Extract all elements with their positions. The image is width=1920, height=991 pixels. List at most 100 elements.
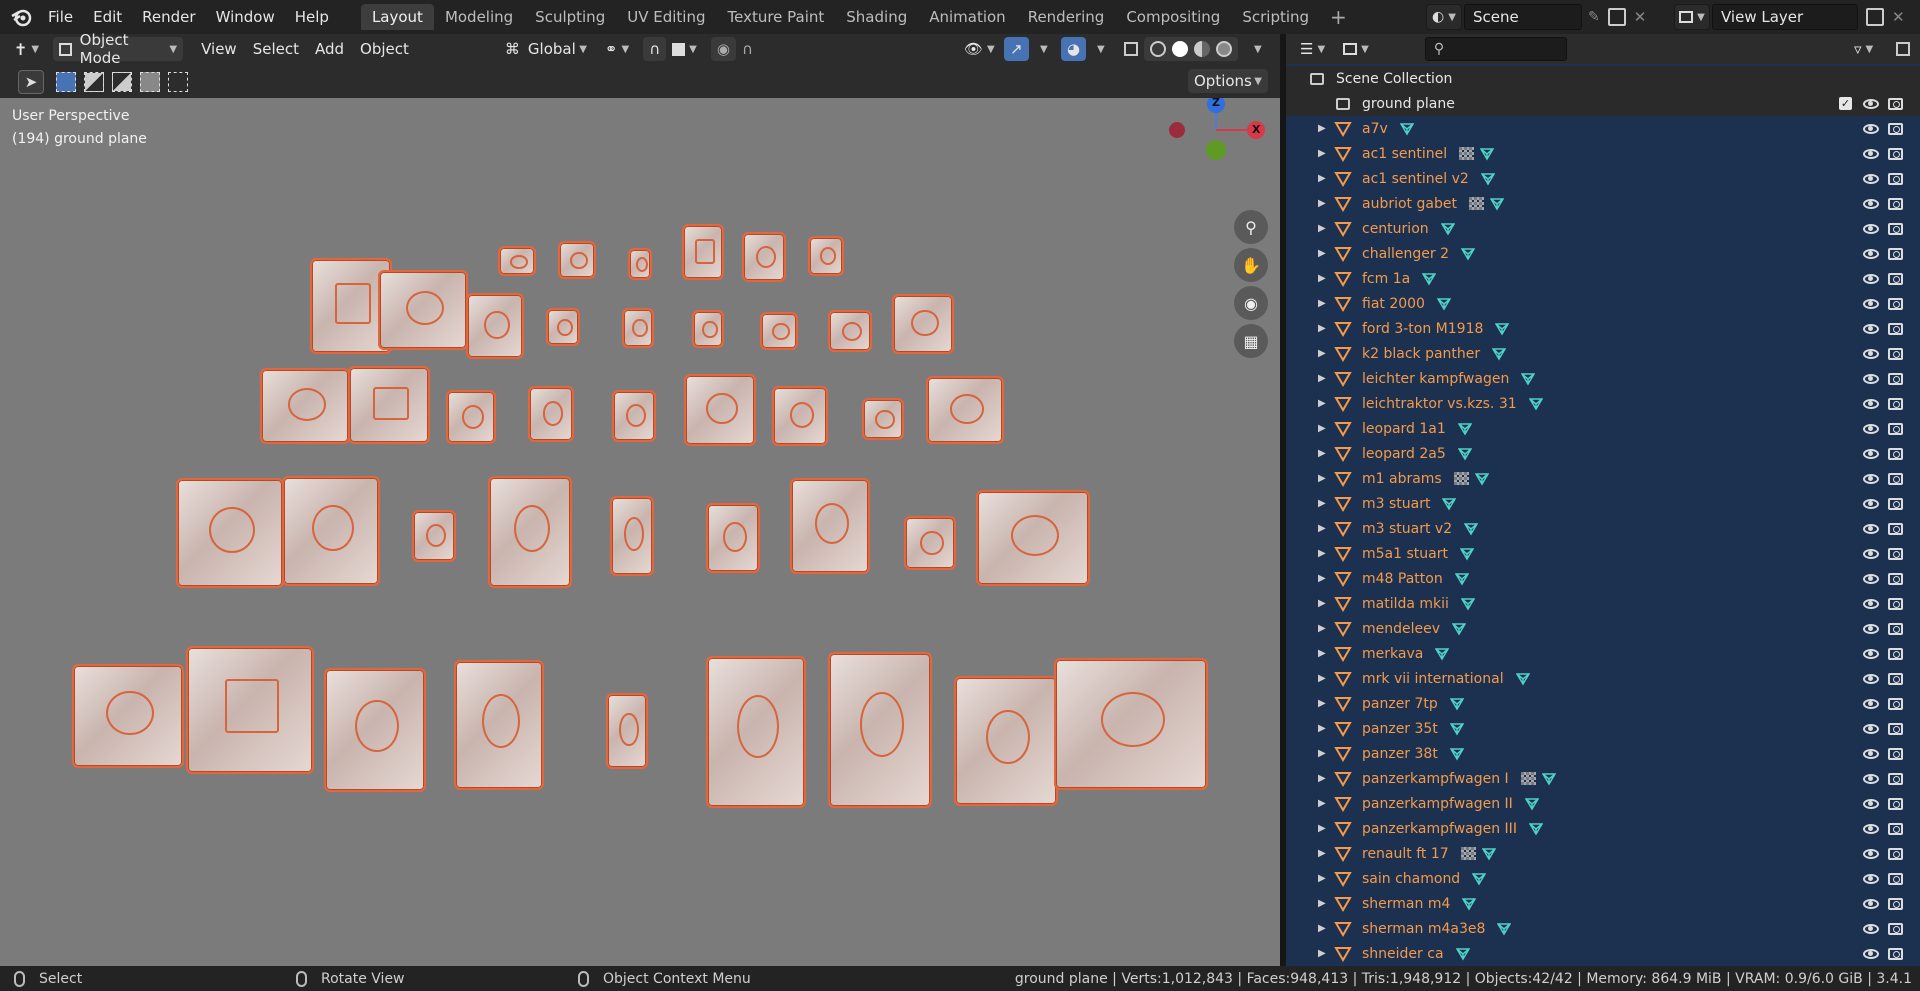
expand-arrow-icon[interactable]: ▶ <box>1318 423 1326 434</box>
falloff-dropdown[interactable]: ∩ <box>736 37 759 61</box>
rendered-shading-icon[interactable] <box>1216 41 1232 57</box>
transform-orientation-dropdown[interactable]: ⌘ Global ▼ <box>499 37 593 61</box>
camera-icon[interactable] <box>1888 197 1903 210</box>
object-name[interactable]: panzerkampfwagen III <box>1362 821 1517 837</box>
eye-icon[interactable] <box>1863 798 1879 809</box>
ground-plane-row[interactable]: ground plane ✓ <box>1286 91 1920 116</box>
modifier-icon[interactable] <box>1521 772 1536 785</box>
mesh-data-icon[interactable] <box>1495 322 1509 336</box>
outliner-object-row[interactable]: ▶ panzerkampfwagen II <box>1286 791 1920 816</box>
outliner-object-row[interactable]: ▶ ac1 sentinel v2 <box>1286 166 1920 191</box>
object-name[interactable]: fcm 1a <box>1362 271 1410 287</box>
mesh-data-icon[interactable] <box>1529 822 1543 836</box>
blender-logo-icon[interactable] <box>10 6 32 28</box>
tank-model[interactable] <box>348 366 430 444</box>
outliner-object-row[interactable]: ▶ sherman m4a3e8 <box>1286 916 1920 941</box>
expand-arrow-icon[interactable]: ▶ <box>1318 798 1326 809</box>
expand-arrow-icon[interactable]: ▶ <box>1318 623 1326 634</box>
expand-arrow-icon[interactable]: ▶ <box>1318 598 1326 609</box>
menu-edit[interactable]: Edit <box>83 4 132 30</box>
new-collection-button[interactable] <box>1890 37 1916 61</box>
tab-shading[interactable]: Shading <box>835 4 918 30</box>
camera-icon[interactable] <box>1888 297 1903 310</box>
camera-icon[interactable] <box>1888 647 1903 660</box>
outliner-object-row[interactable]: ▶ ford 3-ton M1918 <box>1286 316 1920 341</box>
mesh-data-icon[interactable] <box>1497 922 1511 936</box>
object-name[interactable]: leichter kampfwagen <box>1362 371 1509 387</box>
outliner-object-row[interactable]: ▶ panzerkampfwagen III <box>1286 816 1920 841</box>
tank-model[interactable] <box>706 503 760 573</box>
tank-model[interactable] <box>488 476 572 588</box>
mesh-data-icon[interactable] <box>1516 672 1530 686</box>
object-name[interactable]: m3 stuart v2 <box>1362 521 1452 537</box>
camera-icon[interactable] <box>1888 397 1903 410</box>
eye-icon[interactable] <box>1863 923 1879 934</box>
outliner-object-row[interactable]: ▶ challenger 2 <box>1286 241 1920 266</box>
tank-model[interactable] <box>682 224 724 280</box>
tank-model[interactable] <box>606 693 648 769</box>
expand-arrow-icon[interactable]: ▶ <box>1318 898 1326 909</box>
tab-sculpting[interactable]: Sculpting <box>524 4 616 30</box>
camera-icon[interactable] <box>1888 472 1903 485</box>
mesh-data-icon[interactable] <box>1458 422 1472 436</box>
camera-icon[interactable] <box>1888 547 1903 560</box>
camera-icon[interactable] <box>1888 697 1903 710</box>
tank-model[interactable] <box>454 660 544 790</box>
expand-arrow-icon[interactable]: ▶ <box>1318 298 1326 309</box>
tank-model[interactable] <box>546 308 580 346</box>
outliner-object-row[interactable]: ▶ panzerkampfwagen I <box>1286 766 1920 791</box>
eye-icon[interactable] <box>1863 673 1879 684</box>
expand-arrow-icon[interactable]: ▶ <box>1318 523 1326 534</box>
tab-texture-paint[interactable]: Texture Paint <box>716 4 835 30</box>
expand-arrow-icon[interactable]: ▶ <box>1318 123 1326 134</box>
outliner-object-row[interactable]: ▶ panzer 7tp <box>1286 691 1920 716</box>
object-name[interactable]: sherman m4a3e8 <box>1362 921 1485 937</box>
select-subtract-icon[interactable] <box>112 72 132 92</box>
outliner-object-row[interactable]: ▶ panzer 38t <box>1286 741 1920 766</box>
mesh-data-icon[interactable] <box>1490 197 1504 211</box>
tank-model[interactable] <box>186 646 314 774</box>
object-name[interactable]: shneider ca <box>1362 946 1444 962</box>
expand-arrow-icon[interactable]: ▶ <box>1318 698 1326 709</box>
tab-animation[interactable]: Animation <box>918 4 1016 30</box>
object-name[interactable]: centurion <box>1362 221 1429 237</box>
modifier-icon[interactable] <box>1459 147 1474 160</box>
tank-model[interactable] <box>976 490 1090 586</box>
mesh-data-icon[interactable] <box>1461 247 1475 261</box>
outliner-object-row[interactable]: ▶ sain chamond <box>1286 866 1920 891</box>
overlays-toggle[interactable]: ◕ <box>1061 37 1087 61</box>
tank-model[interactable] <box>528 386 574 442</box>
camera-icon[interactable] <box>1888 97 1903 110</box>
close-icon[interactable]: ✕ <box>1892 8 1905 26</box>
object-name[interactable]: m1 abrams <box>1362 471 1442 487</box>
expand-arrow-icon[interactable]: ▶ <box>1318 398 1326 409</box>
filter-dropdown[interactable]: ▿ ▼ <box>1848 37 1879 61</box>
scene-name-field[interactable]: Scene <box>1464 4 1582 30</box>
modifier-icon[interactable] <box>1469 197 1484 210</box>
outliner-search-input[interactable]: ⚲ <box>1424 37 1567 61</box>
select-extend-icon[interactable] <box>84 72 104 92</box>
menu-help[interactable]: Help <box>285 4 339 30</box>
expand-arrow-icon[interactable]: ▶ <box>1318 823 1326 834</box>
object-name[interactable]: panzer 7tp <box>1362 696 1438 712</box>
tank-model[interactable] <box>558 241 596 279</box>
menu-select[interactable]: Select <box>247 37 305 61</box>
new-view-layer-icon[interactable] <box>1866 8 1884 26</box>
expand-arrow-icon[interactable]: ▶ <box>1318 673 1326 684</box>
outliner-object-row[interactable]: ▶ panzer 35t <box>1286 716 1920 741</box>
tank-model[interactable] <box>446 390 496 444</box>
chevron-down-icon[interactable]: ▼ <box>1254 44 1262 55</box>
camera-icon[interactable] <box>1888 497 1903 510</box>
camera-view-button[interactable]: ◉ <box>1234 286 1268 320</box>
tank-model[interactable] <box>260 368 350 444</box>
object-name[interactable]: ford 3-ton M1918 <box>1362 321 1483 337</box>
outliner-object-row[interactable]: ▶ sherman m4 <box>1286 891 1920 916</box>
mesh-data-icon[interactable] <box>1482 847 1496 861</box>
tab-uv-editing[interactable]: UV Editing <box>616 4 716 30</box>
snap-toggle[interactable]: ∩ <box>643 37 667 61</box>
mesh-data-icon[interactable] <box>1400 122 1414 136</box>
tank-model[interactable] <box>466 293 524 359</box>
eye-icon[interactable] <box>1863 373 1879 384</box>
expand-arrow-icon[interactable]: ▶ <box>1318 548 1326 559</box>
mesh-data-icon[interactable] <box>1450 697 1464 711</box>
